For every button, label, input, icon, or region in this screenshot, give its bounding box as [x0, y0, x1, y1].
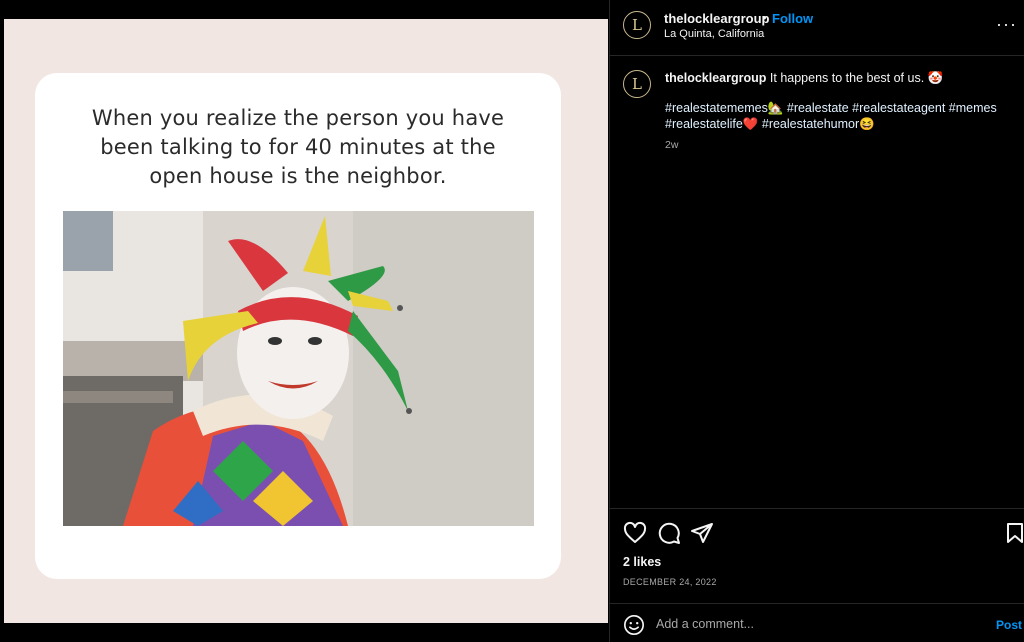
more-options-icon[interactable]: ··· [996, 14, 1017, 35]
comment-input[interactable] [656, 613, 976, 635]
comment-bar: Post [610, 603, 1024, 642]
separator-dot: • [762, 10, 767, 25]
hashtag-line[interactable]: #realestatememes🏡 #realestate #realestat… [665, 100, 1015, 116]
share-icon[interactable] [690, 521, 714, 545]
post-media[interactable]: When you realize the person you have bee… [0, 0, 609, 642]
post-header: L thelockleargroup • Follow La Quinta, C… [610, 0, 1024, 56]
post-date: DECEMBER 24, 2022 [623, 577, 717, 587]
heart-icon[interactable] [623, 521, 647, 545]
likes-count[interactable]: 2 likes [623, 555, 661, 569]
meme-caption-line: open house is the neighbor. [149, 164, 447, 188]
time-ago: 2w [665, 139, 679, 151]
bookmark-icon[interactable] [1003, 521, 1024, 545]
hashtags[interactable]: #realestatememes🏡 #realestate #realestat… [665, 100, 1015, 132]
caption-text: It happens to the best of us. 🤡 [769, 71, 944, 85]
caption-avatar[interactable]: L [623, 70, 651, 98]
jester-photo [63, 211, 534, 526]
action-bar [610, 508, 1024, 558]
comment-icon[interactable] [657, 521, 681, 545]
post-details-panel: L thelockleargroup • Follow La Quinta, C… [609, 0, 1024, 642]
smiley-icon[interactable] [623, 614, 645, 636]
location-link[interactable]: La Quinta, California [664, 28, 764, 40]
caption-username[interactable]: thelockleargroup [665, 71, 766, 85]
username-link[interactable]: thelockleargroup [664, 11, 769, 26]
hashtag-line[interactable]: #realestatelife❤️ #realestatehumor😆 [665, 116, 1015, 132]
follow-button[interactable]: Follow [772, 11, 813, 26]
meme-caption-line: When you realize the person you have [91, 106, 505, 130]
post-comment-button[interactable]: Post [996, 618, 1022, 632]
meme-caption-line: been talking to for 40 minutes at the [100, 135, 496, 159]
post-caption: thelockleargroup It happens to the best … [665, 70, 1015, 86]
meme-caption: When you realize the person you have bee… [60, 104, 536, 191]
avatar[interactable]: L [623, 11, 651, 39]
